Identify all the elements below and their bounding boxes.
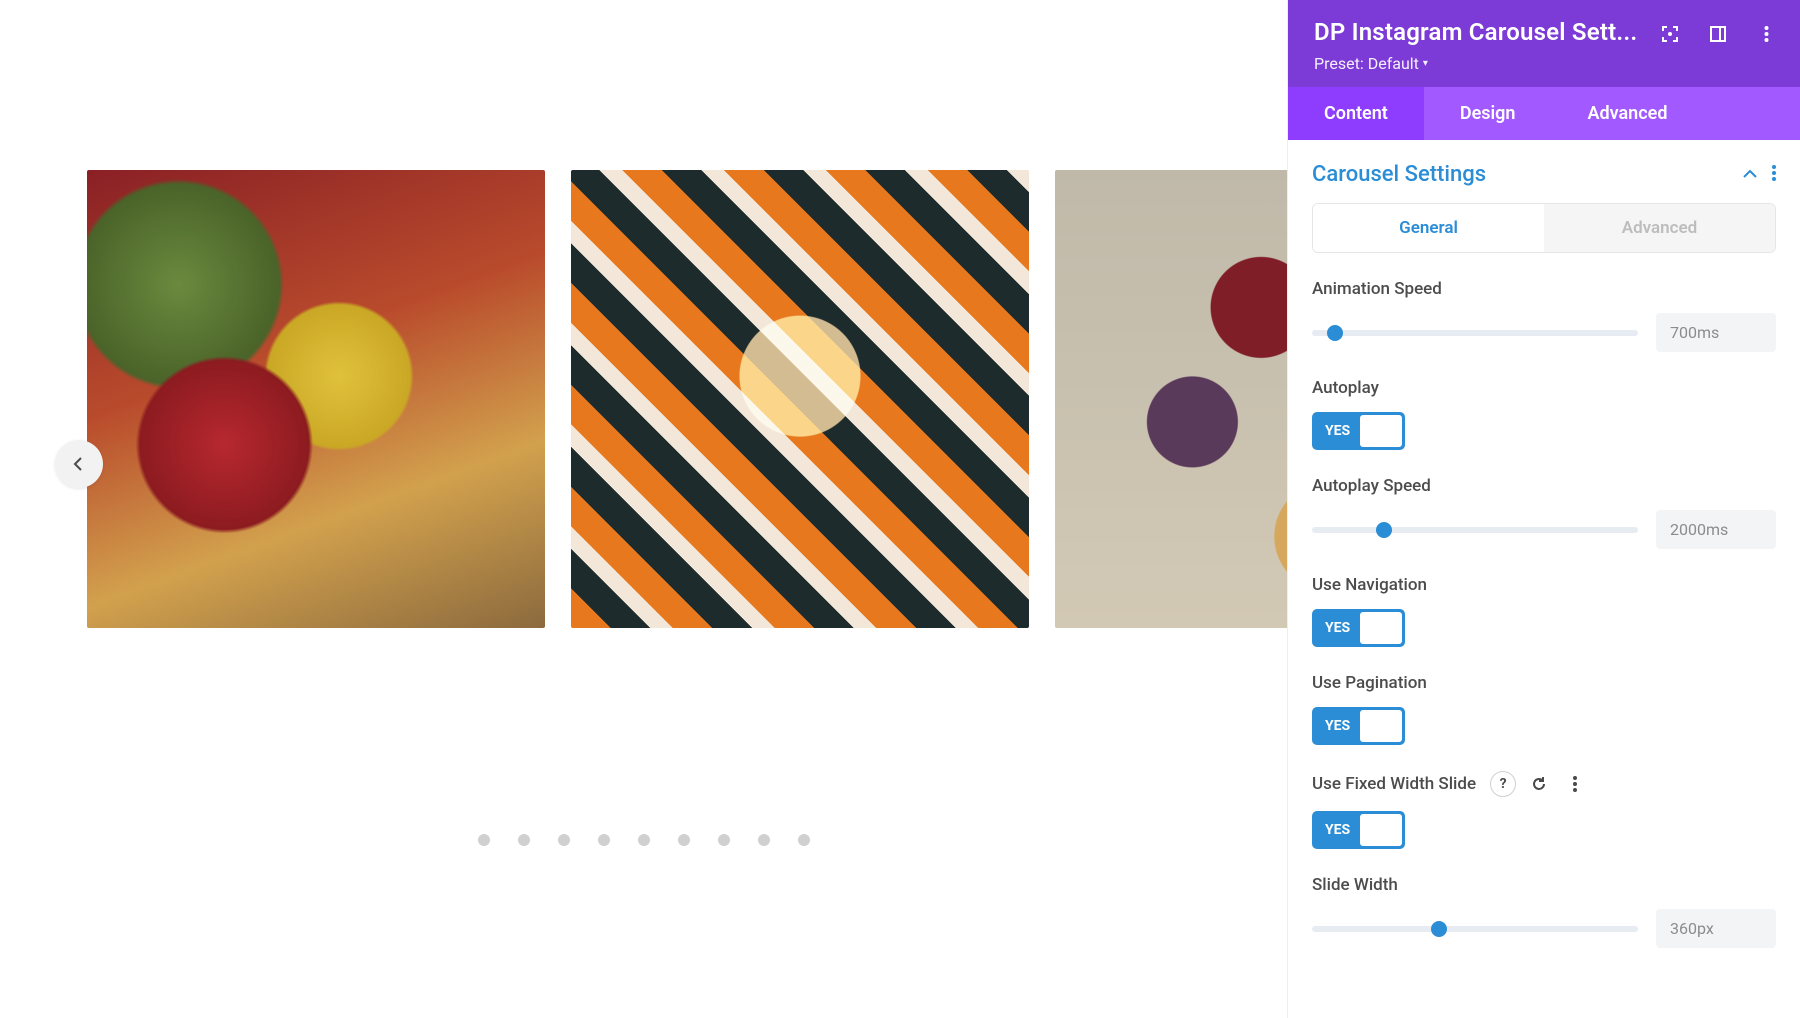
tabs: Content Design Advanced xyxy=(1288,87,1800,140)
setting-slide-width: Slide Width 360px xyxy=(1312,875,1776,948)
help-icon[interactable]: ? xyxy=(1490,771,1516,797)
carousel-prev-button[interactable] xyxy=(55,440,103,488)
use-navigation-toggle[interactable]: YES xyxy=(1312,609,1405,647)
panel-header: DP Instagram Carousel Sett... Preset: De… xyxy=(1288,0,1800,87)
tab-content[interactable]: Content xyxy=(1288,87,1424,140)
section-title: Carousel Settings xyxy=(1312,162,1486,187)
autoplay-speed-slider[interactable] xyxy=(1312,522,1638,538)
panel-body: Carousel Settings General Advanced Anima… xyxy=(1288,140,1800,1018)
focus-icon[interactable] xyxy=(1660,24,1680,44)
pagination-dot[interactable] xyxy=(478,834,490,846)
setting-label: Use Fixed Width Slide xyxy=(1312,774,1476,794)
reset-icon[interactable] xyxy=(1526,771,1552,797)
pagination-dot[interactable] xyxy=(558,834,570,846)
setting-label: Animation Speed xyxy=(1312,279,1776,299)
toggle-label: YES xyxy=(1315,423,1360,439)
slide-width-slider[interactable] xyxy=(1312,921,1638,937)
toggle-knob xyxy=(1360,710,1402,742)
toggle-knob xyxy=(1360,612,1402,644)
use-pagination-toggle[interactable]: YES xyxy=(1312,707,1405,745)
preset-selector[interactable]: Preset: Default ▾ xyxy=(1314,54,1774,73)
toggle-label: YES xyxy=(1315,620,1360,636)
carousel-pagination xyxy=(478,834,810,846)
pagination-dot[interactable] xyxy=(718,834,730,846)
toggle-knob xyxy=(1360,814,1402,846)
toggle-label: YES xyxy=(1315,718,1360,734)
setting-use-navigation: Use Navigation YES xyxy=(1312,575,1776,647)
toggle-knob xyxy=(1360,415,1402,447)
chevron-down-icon: ▾ xyxy=(1423,58,1428,69)
subtab-advanced[interactable]: Advanced xyxy=(1544,204,1775,252)
setting-animation-speed: Animation Speed 700ms xyxy=(1312,279,1776,352)
more-icon[interactable] xyxy=(1756,24,1776,44)
setting-autoplay-speed: Autoplay Speed 2000ms xyxy=(1312,476,1776,549)
tab-design[interactable]: Design xyxy=(1424,87,1552,140)
setting-use-fixed-width: Use Fixed Width Slide ? YES xyxy=(1312,771,1776,849)
setting-use-pagination: Use Pagination YES xyxy=(1312,673,1776,745)
animation-speed-slider[interactable] xyxy=(1312,325,1638,341)
preset-label: Preset: xyxy=(1314,54,1364,73)
carousel xyxy=(87,170,1287,628)
chevron-left-icon xyxy=(71,456,87,472)
pagination-dot[interactable] xyxy=(638,834,650,846)
panel-layout-icon[interactable] xyxy=(1708,24,1728,44)
autoplay-speed-value[interactable]: 2000ms xyxy=(1656,510,1776,549)
setting-label: Slide Width xyxy=(1312,875,1776,895)
animation-speed-value[interactable]: 700ms xyxy=(1656,313,1776,352)
more-icon[interactable] xyxy=(1562,771,1588,797)
pagination-dot[interactable] xyxy=(678,834,690,846)
subtabs: General Advanced xyxy=(1312,203,1776,253)
toggle-label: YES xyxy=(1315,822,1360,838)
pagination-dot[interactable] xyxy=(518,834,530,846)
slide-width-value[interactable]: 360px xyxy=(1656,909,1776,948)
setting-label: Autoplay Speed xyxy=(1312,476,1776,496)
use-fixed-width-toggle[interactable]: YES xyxy=(1312,811,1405,849)
setting-label: Use Pagination xyxy=(1312,673,1776,693)
tab-advanced[interactable]: Advanced xyxy=(1551,87,1703,140)
settings-panel: DP Instagram Carousel Sett... Preset: De… xyxy=(1287,0,1800,1018)
pagination-dot[interactable] xyxy=(598,834,610,846)
more-icon[interactable] xyxy=(1772,165,1776,185)
carousel-slide[interactable] xyxy=(1055,170,1287,628)
carousel-slide[interactable] xyxy=(87,170,545,628)
section-header[interactable]: Carousel Settings xyxy=(1312,162,1776,187)
setting-label: Use Navigation xyxy=(1312,575,1776,595)
setting-label: Autoplay xyxy=(1312,378,1776,398)
preset-value: Default xyxy=(1368,54,1419,73)
pagination-dot[interactable] xyxy=(798,834,810,846)
autoplay-toggle[interactable]: YES xyxy=(1312,412,1405,450)
canvas-preview xyxy=(0,0,1287,1018)
carousel-slide[interactable] xyxy=(571,170,1029,628)
pagination-dot[interactable] xyxy=(758,834,770,846)
collapse-icon[interactable] xyxy=(1742,166,1758,184)
subtab-general[interactable]: General xyxy=(1313,204,1544,252)
setting-autoplay: Autoplay YES xyxy=(1312,378,1776,450)
